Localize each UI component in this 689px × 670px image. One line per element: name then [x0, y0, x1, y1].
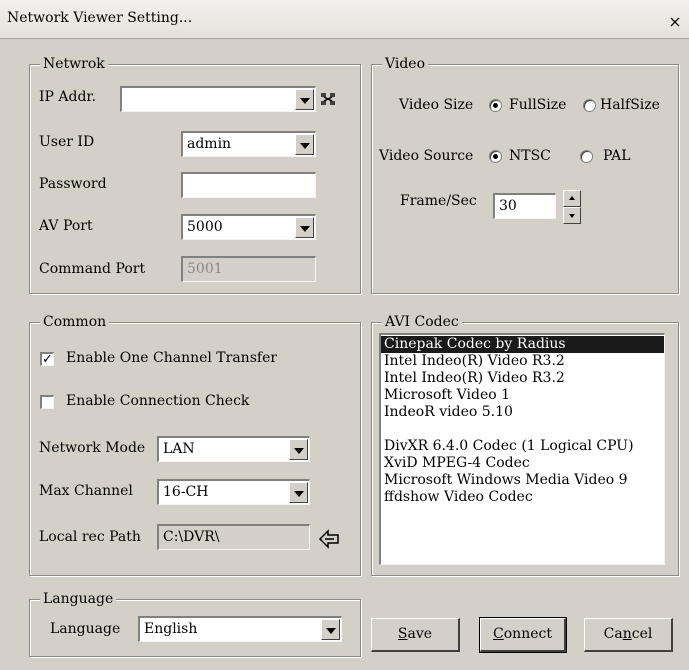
network-group-label: Netwrok [40, 56, 108, 72]
password-field[interactable] [181, 172, 316, 198]
list-item[interactable]: Intel Indeo(R) Video R3.2 [381, 353, 664, 370]
language-value: English [144, 621, 198, 637]
video-size-label: Video Size [399, 97, 474, 113]
ip-address-label: IP Addr. [39, 89, 97, 105]
max-channel-value: 16-CH [163, 484, 209, 500]
enable-one-channel-label[interactable]: Enable One Channel Transfer [66, 350, 277, 366]
window-title: Network Viewer Setting... [7, 10, 193, 26]
check-mark-icon: ✓ [42, 352, 53, 367]
local-rec-path-label: Local rec Path [39, 529, 141, 545]
title-bar[interactable]: Network Viewer Setting... × [0, 0, 689, 39]
frame-rate-label: Frame/Sec [400, 193, 477, 209]
language-dropdown-arrow[interactable] [321, 619, 340, 640]
pal-radio[interactable] [580, 150, 593, 163]
user-id-value: admin [187, 136, 232, 152]
cancel-label: cel [631, 626, 653, 642]
pal-label[interactable]: PAL [603, 148, 631, 164]
common-group-label: Common [40, 314, 110, 330]
list-item[interactable]: Microsoft Video 1 [381, 387, 664, 404]
avi-codec-group-label: AVI Codec [382, 314, 462, 330]
max-channel-dropdown-arrow[interactable] [289, 482, 308, 503]
command-port-label: Command Port [39, 261, 146, 277]
cancel-label-pre: Ca [603, 626, 623, 642]
language-label: Language [50, 621, 121, 637]
avi-codec-list[interactable]: Cinepak Codec by Radius Intel Indeo(R) V… [379, 333, 665, 565]
language-combo[interactable]: English [138, 616, 342, 642]
enable-connection-check-label[interactable]: Enable Connection Check [66, 393, 249, 409]
list-item[interactable]: Intel Indeo(R) Video R3.2 [381, 370, 664, 387]
local-rec-path-value: C:\DVR\ [163, 529, 220, 545]
ip-address-combo[interactable] [120, 86, 316, 112]
list-item[interactable]: XviD MPEG-4 Codec [381, 455, 664, 472]
fullsize-radio[interactable] [489, 99, 502, 112]
av-port-value: 5000 [187, 219, 223, 235]
halfsize-radio[interactable] [583, 99, 596, 112]
settings-dialog: Network Viewer Setting... × Netwrok IP A… [0, 0, 689, 670]
network-mode-label: Network Mode [39, 440, 146, 456]
password-label: Password [39, 176, 107, 192]
connect-button[interactable]: Connect [479, 617, 567, 653]
folder-arrow-icon[interactable] [318, 528, 342, 550]
connect-hotkey: C [493, 626, 504, 642]
video-source-label: Video Source [379, 148, 474, 164]
frame-rate-spinner[interactable] [563, 190, 581, 224]
save-hotkey: S [397, 626, 408, 642]
command-port-value: 5001 [187, 261, 223, 277]
av-port-label: AV Port [39, 218, 93, 234]
network-mode-dropdown-arrow[interactable] [289, 439, 308, 460]
language-group-label: Language [40, 591, 117, 607]
list-item[interactable]: DivXR 6.4.0 Codec (1 Logical CPU) [381, 438, 664, 455]
local-rec-path-field: C:\DVR\ [157, 524, 310, 550]
network-icon[interactable] [320, 92, 336, 106]
list-item[interactable] [381, 421, 664, 438]
list-item[interactable]: ffdshow Video Codec [381, 489, 664, 506]
av-port-dropdown-arrow[interactable] [295, 217, 314, 238]
user-id-dropdown-arrow[interactable] [295, 134, 314, 155]
enable-connection-check-checkbox[interactable] [40, 395, 54, 409]
user-id-label: User ID [39, 134, 95, 150]
user-id-combo[interactable]: admin [181, 131, 316, 157]
ip-address-dropdown-arrow[interactable] [295, 89, 314, 110]
video-group-label: Video [382, 56, 429, 72]
ntsc-label[interactable]: NTSC [509, 148, 551, 164]
cancel-button[interactable]: Cancel [584, 618, 673, 652]
enable-one-channel-checkbox[interactable]: ✓ [40, 352, 54, 366]
frame-rate-field[interactable]: 30 [493, 193, 556, 219]
max-channel-label: Max Channel [39, 483, 133, 499]
halfsize-label[interactable]: HalfSize [600, 97, 660, 113]
list-item[interactable]: IndeoR video 5.10 [381, 404, 664, 421]
frame-rate-value: 30 [499, 198, 517, 214]
cancel-hotkey: n [622, 626, 632, 642]
list-item[interactable]: Microsoft Windows Media Video 9 [381, 472, 664, 489]
spin-up-icon[interactable] [563, 190, 581, 207]
spin-down-icon[interactable] [563, 207, 581, 224]
save-label: ave [407, 626, 433, 642]
max-channel-combo[interactable]: 16-CH [157, 479, 310, 505]
save-button[interactable]: Save [371, 618, 460, 652]
connect-label: onnect [503, 626, 552, 642]
fullsize-label[interactable]: FullSize [509, 97, 566, 113]
ntsc-radio[interactable] [489, 150, 502, 163]
network-mode-value: LAN [163, 441, 195, 457]
av-port-combo[interactable]: 5000 [181, 214, 316, 240]
list-item[interactable]: Cinepak Codec by Radius [381, 336, 664, 353]
network-mode-combo[interactable]: LAN [157, 436, 310, 462]
close-icon[interactable]: × [666, 14, 684, 32]
command-port-field: 5001 [181, 256, 316, 282]
